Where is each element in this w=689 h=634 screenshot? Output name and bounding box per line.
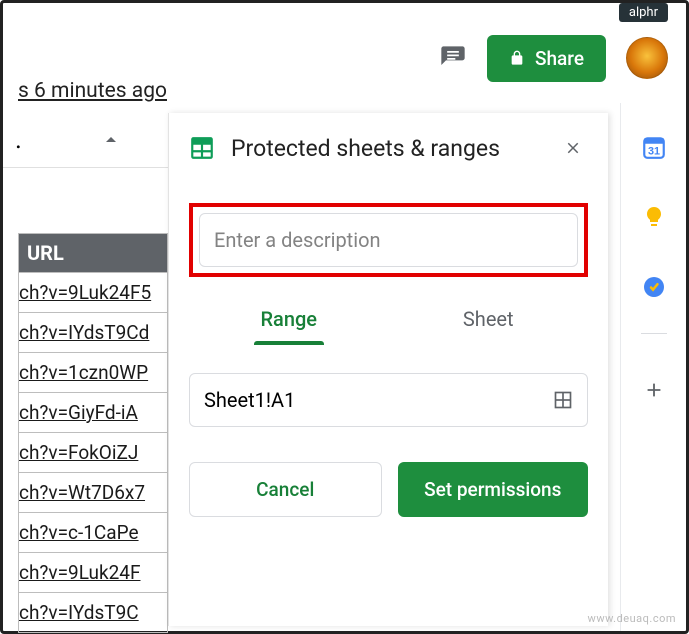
toolbar-menu-dot[interactable]: . xyxy=(15,125,22,155)
protected-ranges-panel: Protected sheets & ranges Range Sheet Sh… xyxy=(168,113,608,626)
tab-range[interactable]: Range xyxy=(189,299,389,345)
side-rail: 31 xyxy=(620,103,686,631)
sheets-icon xyxy=(189,135,215,161)
calendar-icon[interactable]: 31 xyxy=(640,133,668,161)
range-value: Sheet1!A1 xyxy=(204,388,295,412)
description-highlight xyxy=(189,203,588,277)
cancel-button[interactable]: Cancel xyxy=(189,462,382,517)
tasks-icon[interactable] xyxy=(640,273,668,301)
table-row[interactable]: ch?v=IYdsT9C xyxy=(18,593,168,633)
lock-icon xyxy=(509,49,525,67)
table-row[interactable]: ch?v=IYdsT9Cd xyxy=(18,313,168,353)
set-permissions-button[interactable]: Set permissions xyxy=(398,462,589,517)
share-button[interactable]: Share xyxy=(487,35,606,82)
svg-text:31: 31 xyxy=(647,146,659,158)
avatar[interactable] xyxy=(626,37,668,79)
table-row[interactable]: ch?v=1czn0WP xyxy=(18,353,168,393)
select-range-icon[interactable] xyxy=(553,390,573,410)
add-icon[interactable] xyxy=(640,376,668,404)
chevron-up-icon[interactable] xyxy=(92,121,130,159)
tab-sheet[interactable]: Sheet xyxy=(389,299,589,345)
column-header-url[interactable]: URL xyxy=(18,233,168,273)
table-row[interactable]: ch?v=Wt7D6x7 xyxy=(18,473,168,513)
range-input[interactable]: Sheet1!A1 xyxy=(189,373,588,427)
table-row[interactable]: ch?v=9Luk24F5 xyxy=(18,273,168,313)
table-row[interactable]: ch?v=GiyFd-iA xyxy=(18,393,168,433)
last-edit-timestamp[interactable]: s 6 minutes ago xyxy=(18,79,167,103)
rail-divider xyxy=(641,333,667,334)
sheet-column: URL ch?v=9Luk24F5 ch?v=IYdsT9Cd ch?v=1cz… xyxy=(18,233,168,633)
site-tag: alphr xyxy=(619,3,668,22)
table-row[interactable]: ch?v=9Luk24F xyxy=(18,553,168,593)
description-input[interactable] xyxy=(199,213,578,267)
table-row[interactable]: ch?v=c-1CaPe xyxy=(18,513,168,553)
share-label: Share xyxy=(535,47,584,70)
toolbar-fragment: . xyxy=(3,113,168,168)
keep-icon[interactable] xyxy=(640,203,668,231)
panel-title: Protected sheets & ranges xyxy=(231,135,542,162)
watermark: www.deuaq.com xyxy=(588,612,676,625)
tabs: Range Sheet xyxy=(189,299,588,345)
close-icon[interactable] xyxy=(558,133,588,163)
comments-icon[interactable] xyxy=(439,44,467,72)
table-row[interactable]: ch?v=FokOiZJ xyxy=(18,433,168,473)
